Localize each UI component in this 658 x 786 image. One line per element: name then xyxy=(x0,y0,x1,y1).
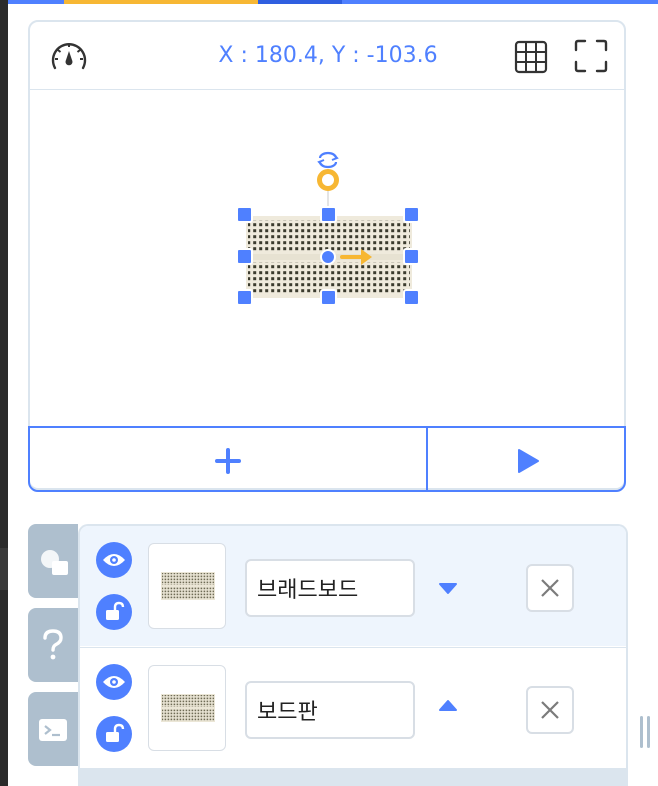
left-edge-mark xyxy=(0,548,8,590)
object-thumbnail xyxy=(148,665,226,751)
add-object-button[interactable] xyxy=(30,428,428,490)
list-item[interactable] xyxy=(80,647,626,768)
move-up-arrow-icon[interactable] xyxy=(436,694,460,718)
object-list-footer xyxy=(80,768,626,786)
play-icon xyxy=(518,449,539,473)
visibility-toggle[interactable] xyxy=(96,542,132,578)
lock-toggle[interactable] xyxy=(96,716,132,752)
stage-header: X : 180.4, Y : -103.6 xyxy=(30,22,624,90)
terminal-icon xyxy=(39,719,67,741)
delete-object-button[interactable] xyxy=(526,564,574,612)
left-edge-panel xyxy=(0,0,8,786)
plus-icon xyxy=(215,448,241,474)
breadboard-thumbnail-image xyxy=(161,572,215,600)
play-button[interactable] xyxy=(428,428,624,490)
lock-toggle[interactable] xyxy=(96,594,132,630)
stage-panel: X : 180.4, Y : -103.6 xyxy=(28,20,626,492)
eye-icon xyxy=(103,676,125,688)
resize-handle[interactable] xyxy=(638,716,652,748)
unlock-icon xyxy=(106,601,125,620)
coordinates-readout: X : 180.4, Y : -103.6 xyxy=(218,43,438,68)
list-item[interactable] xyxy=(80,526,626,646)
eye-icon xyxy=(103,554,125,566)
rotation-handle[interactable] xyxy=(317,169,339,191)
delete-object-button[interactable] xyxy=(526,686,574,734)
stage-footer xyxy=(28,426,626,492)
tab-console[interactable] xyxy=(28,692,78,766)
close-icon xyxy=(541,701,559,719)
object-thumbnail xyxy=(148,543,226,629)
stage-canvas[interactable] xyxy=(30,90,624,426)
top-progress-bar xyxy=(0,0,658,4)
visibility-toggle[interactable] xyxy=(96,664,132,700)
object-name-input[interactable] xyxy=(245,559,415,617)
fullscreen-icon[interactable] xyxy=(574,39,608,73)
speedometer-icon[interactable] xyxy=(50,38,88,74)
shape-icon xyxy=(41,550,68,575)
rotate-icon xyxy=(317,151,339,169)
object-name-input[interactable] xyxy=(245,681,415,739)
board-thumbnail-image xyxy=(161,694,215,722)
close-icon xyxy=(541,579,559,597)
tab-help[interactable] xyxy=(28,608,78,682)
top-bar-blue-segment xyxy=(258,0,342,4)
grid-icon[interactable] xyxy=(514,40,548,74)
move-down-arrow-icon[interactable] xyxy=(436,576,460,600)
top-bar-yellow-segment xyxy=(64,0,258,4)
object-list-panel xyxy=(78,524,628,786)
tab-object[interactable] xyxy=(28,524,78,598)
question-icon xyxy=(43,629,63,660)
unlock-icon xyxy=(106,723,125,742)
stage-svg xyxy=(236,151,420,306)
center-point[interactable] xyxy=(320,249,336,265)
